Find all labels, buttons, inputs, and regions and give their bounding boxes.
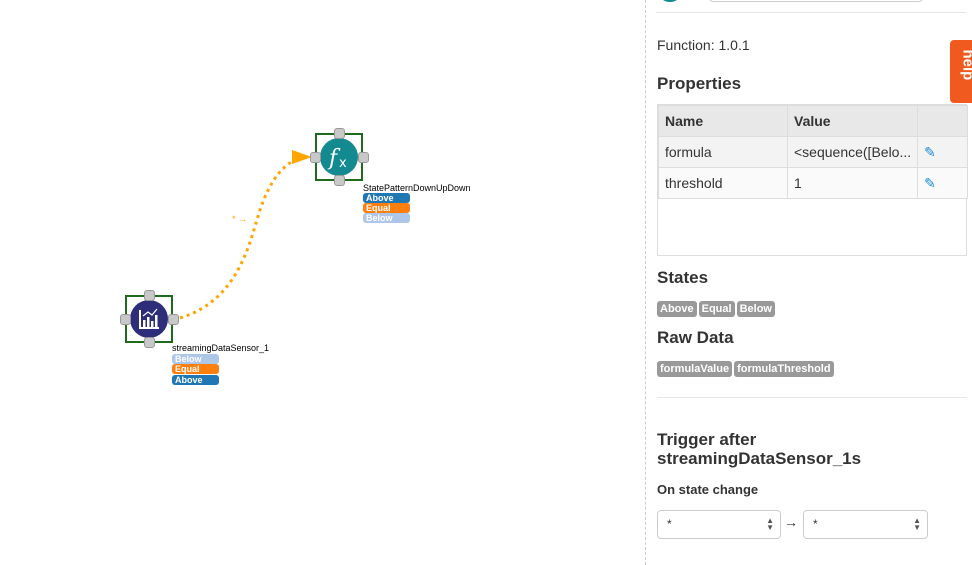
table-row: formula <sequence([Belo... ✎ bbox=[658, 136, 968, 168]
raw-data-tag: formulaThreshold bbox=[734, 361, 834, 377]
svg-text:x: x bbox=[339, 156, 347, 171]
port-left[interactable] bbox=[120, 314, 131, 325]
chart-icon bbox=[130, 300, 168, 338]
port-bottom[interactable] bbox=[144, 337, 155, 348]
column-header-name: Name bbox=[658, 105, 788, 137]
edge-arrowhead-icon bbox=[292, 150, 312, 164]
state-tag: Equal bbox=[698, 301, 735, 317]
name-input[interactable] bbox=[709, 0, 923, 2]
to-state-value: * bbox=[813, 517, 818, 531]
port-right[interactable] bbox=[358, 152, 369, 163]
select-arrows-icon: ▲ ▼ bbox=[766, 516, 774, 532]
state-badge-below: Below bbox=[363, 213, 410, 223]
raw-data-tags: formulaValue formulaThreshold bbox=[657, 359, 836, 377]
trigger-heading: Trigger after streamingDataSensor_1s bbox=[657, 430, 862, 468]
property-name: formula bbox=[658, 136, 788, 168]
state-badge-below: Below bbox=[172, 354, 219, 364]
to-state-select[interactable]: * ▲ ▼ bbox=[803, 510, 928, 539]
select-arrows-icon: ▲ ▼ bbox=[913, 516, 921, 532]
edit-icon[interactable]: ✎ bbox=[917, 167, 968, 199]
property-name: threshold bbox=[658, 167, 788, 199]
state-badge-above: Above bbox=[172, 375, 219, 385]
state-badge-equal: Equal bbox=[172, 364, 219, 374]
edit-icon[interactable]: ✎ bbox=[917, 136, 968, 168]
state-badge-equal: Equal bbox=[363, 203, 410, 213]
raw-data-tag: formulaValue bbox=[657, 361, 733, 377]
sensor-node[interactable] bbox=[120, 290, 179, 348]
from-state-value: * bbox=[667, 517, 672, 531]
property-value: <sequence([Belo... bbox=[786, 136, 919, 168]
port-left[interactable] bbox=[310, 152, 321, 163]
port-top[interactable] bbox=[334, 128, 345, 139]
function-node-label: StatePatternDownUpDown bbox=[363, 183, 471, 193]
state-tag: Below bbox=[736, 301, 775, 317]
state-change-label: On state change bbox=[657, 482, 759, 497]
connection-edge[interactable]: * → bbox=[0, 0, 645, 565]
raw-data-heading: Raw Data bbox=[657, 328, 734, 347]
from-state-select[interactable]: * ▲ ▼ bbox=[657, 510, 781, 539]
port-top[interactable] bbox=[144, 290, 155, 301]
flow-canvas[interactable]: * → streamingDataSensor_1 Below Equal Ab… bbox=[0, 0, 645, 565]
properties-panel: Function: 1.0.1 Properties Name Value for… bbox=[645, 0, 972, 565]
port-bottom[interactable] bbox=[334, 175, 345, 186]
column-header-value: Value bbox=[786, 105, 919, 137]
states-tags: Above Equal Below bbox=[657, 299, 777, 317]
transition-arrow-icon: → bbox=[784, 514, 798, 530]
state-tag: Above bbox=[657, 301, 697, 317]
sensor-node-label: streamingDataSensor_1 bbox=[172, 343, 270, 353]
node-avatar-icon bbox=[659, 0, 681, 2]
properties-heading: Properties bbox=[657, 74, 742, 93]
function-fx-icon: fx bbox=[320, 138, 358, 176]
state-badge-above: Above bbox=[363, 193, 410, 203]
properties-table: Name Value formula <sequence([Belo... ✎ thr… bbox=[658, 105, 968, 199]
help-tab[interactable]: help bbox=[950, 40, 972, 103]
port-right[interactable] bbox=[168, 314, 179, 325]
edge-marker: * → bbox=[232, 214, 247, 224]
states-heading: States bbox=[657, 268, 709, 287]
help-label: help bbox=[959, 49, 972, 81]
table-row: threshold 1 ✎ bbox=[658, 167, 968, 199]
function-version: Function: 1.0.1 bbox=[657, 37, 750, 53]
function-node[interactable]: fx bbox=[310, 128, 369, 186]
property-value: 1 bbox=[786, 167, 919, 199]
